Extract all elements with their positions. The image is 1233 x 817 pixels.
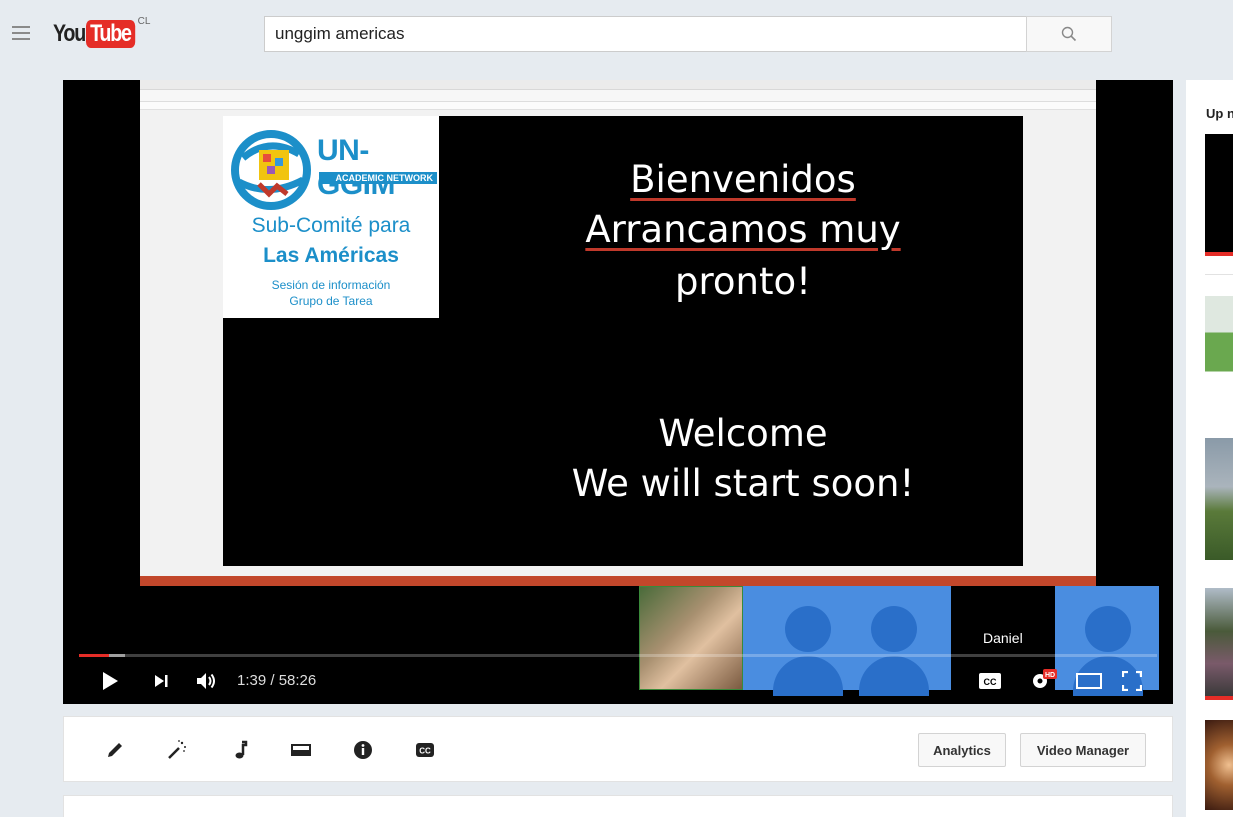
volume-icon (197, 673, 215, 689)
fullscreen-icon (1122, 671, 1142, 691)
slide-line-5: We will start soon! (571, 462, 915, 505)
divider (1205, 274, 1233, 275)
avatar-icon (871, 606, 917, 652)
subcomite-text: Sub-Comité para (251, 214, 411, 237)
fullscreen-button[interactable] (1121, 670, 1143, 692)
svg-text:CC: CC (984, 677, 997, 687)
logo-tube-text: Tube (86, 20, 135, 48)
up-next-heading: Up n (1206, 106, 1233, 121)
window-toolbar (140, 90, 1096, 102)
video-player[interactable]: UN-GGIM ACADEMIC NETWORK Sub-Comité para… (63, 80, 1173, 704)
search-icon (1061, 26, 1077, 42)
subtitles-cc-icon[interactable]: CC (414, 739, 436, 761)
top-bar: You Tube CL (0, 0, 1233, 68)
play-icon (103, 672, 118, 690)
session-text: Sesión de información (271, 278, 391, 292)
participant-tile-avatars[interactable] (743, 586, 951, 696)
progress-played (79, 654, 110, 657)
shared-screen: UN-GGIM ACADEMIC NETWORK Sub-Comité para… (140, 80, 1096, 586)
slide-line-1: Bienvenidos (630, 158, 856, 201)
theater-mode-button[interactable] (1075, 672, 1103, 690)
participant-tile-avatar[interactable] (1055, 586, 1159, 696)
menu-icon[interactable] (12, 26, 30, 40)
sidebar-thumbnail-4[interactable] (1205, 588, 1233, 700)
settings-button[interactable]: HD (1029, 668, 1059, 692)
video-info-card (63, 795, 1173, 817)
edit-pencil-icon[interactable] (104, 739, 126, 761)
slide-line-2: Arrancamos muy (585, 208, 901, 251)
participant-video-selfie[interactable] (639, 586, 743, 690)
sidebar-thumbnail-5[interactable] (1205, 720, 1233, 810)
next-icon (155, 675, 168, 687)
volume-button[interactable] (195, 670, 219, 692)
sidebar-thumbnail-2[interactable] (1205, 296, 1233, 418)
next-button[interactable] (151, 671, 171, 691)
play-button[interactable] (99, 670, 121, 692)
progress-buffered (109, 654, 126, 657)
theater-icon (1076, 673, 1102, 689)
progress-bar[interactable] (79, 654, 1157, 657)
app-status-bar (140, 576, 1096, 586)
search-button[interactable] (1026, 16, 1112, 52)
gear-icon: HD (1033, 669, 1057, 688)
avatar-icon (1085, 606, 1131, 652)
org-subtitle: ACADEMIC NETWORK (319, 172, 437, 184)
video-manager-button[interactable]: Video Manager (1020, 733, 1146, 767)
logo-you-text: You (53, 20, 86, 47)
captions-button[interactable]: CC (979, 672, 1001, 690)
presentation-slide: UN-GGIM ACADEMIC NETWORK Sub-Comité para… (223, 116, 1023, 566)
participant-name: Daniel (983, 630, 1023, 646)
country-code: CL (137, 16, 151, 27)
slide-line-4: Welcome (658, 412, 828, 455)
annotations-icon[interactable] (290, 739, 312, 761)
window-titlebar (140, 80, 1096, 90)
time-display: 1:39 / 58:26 (237, 672, 317, 689)
search-input[interactable] (275, 24, 1026, 44)
sidebar-thumbnail-3[interactable] (1205, 438, 1233, 560)
sidebar-thumbnail-1[interactable] (1205, 134, 1233, 256)
analytics-button[interactable]: Analytics (918, 733, 1006, 767)
enhancements-wand-icon[interactable] (166, 739, 188, 761)
audio-note-icon[interactable] (230, 739, 252, 761)
info-cards-icon[interactable] (352, 739, 374, 761)
window-ruler (140, 102, 1096, 110)
globe-logo-icon (231, 130, 311, 210)
avatar-body (773, 656, 843, 696)
slide-line-3: pronto! (675, 260, 811, 303)
avatar-body (859, 656, 929, 696)
group-text: Grupo de Tarea (289, 294, 373, 308)
cc-icon: CC (979, 673, 1001, 689)
youtube-logo[interactable]: You Tube CL (53, 16, 150, 50)
svg-text:CC: CC (419, 747, 431, 756)
search-box (264, 16, 1026, 52)
hd-badge: HD (1045, 672, 1055, 679)
avatar-icon (785, 606, 831, 652)
un-ggim-logo-card: UN-GGIM ACADEMIC NETWORK Sub-Comité para… (223, 116, 439, 318)
org-name: UN-GGIM (317, 134, 396, 201)
creator-edit-toolbar: CC Analytics Video Manager (63, 716, 1173, 782)
up-next-sidebar: Up n (1186, 80, 1233, 817)
region-text: Las Américas (263, 244, 399, 267)
